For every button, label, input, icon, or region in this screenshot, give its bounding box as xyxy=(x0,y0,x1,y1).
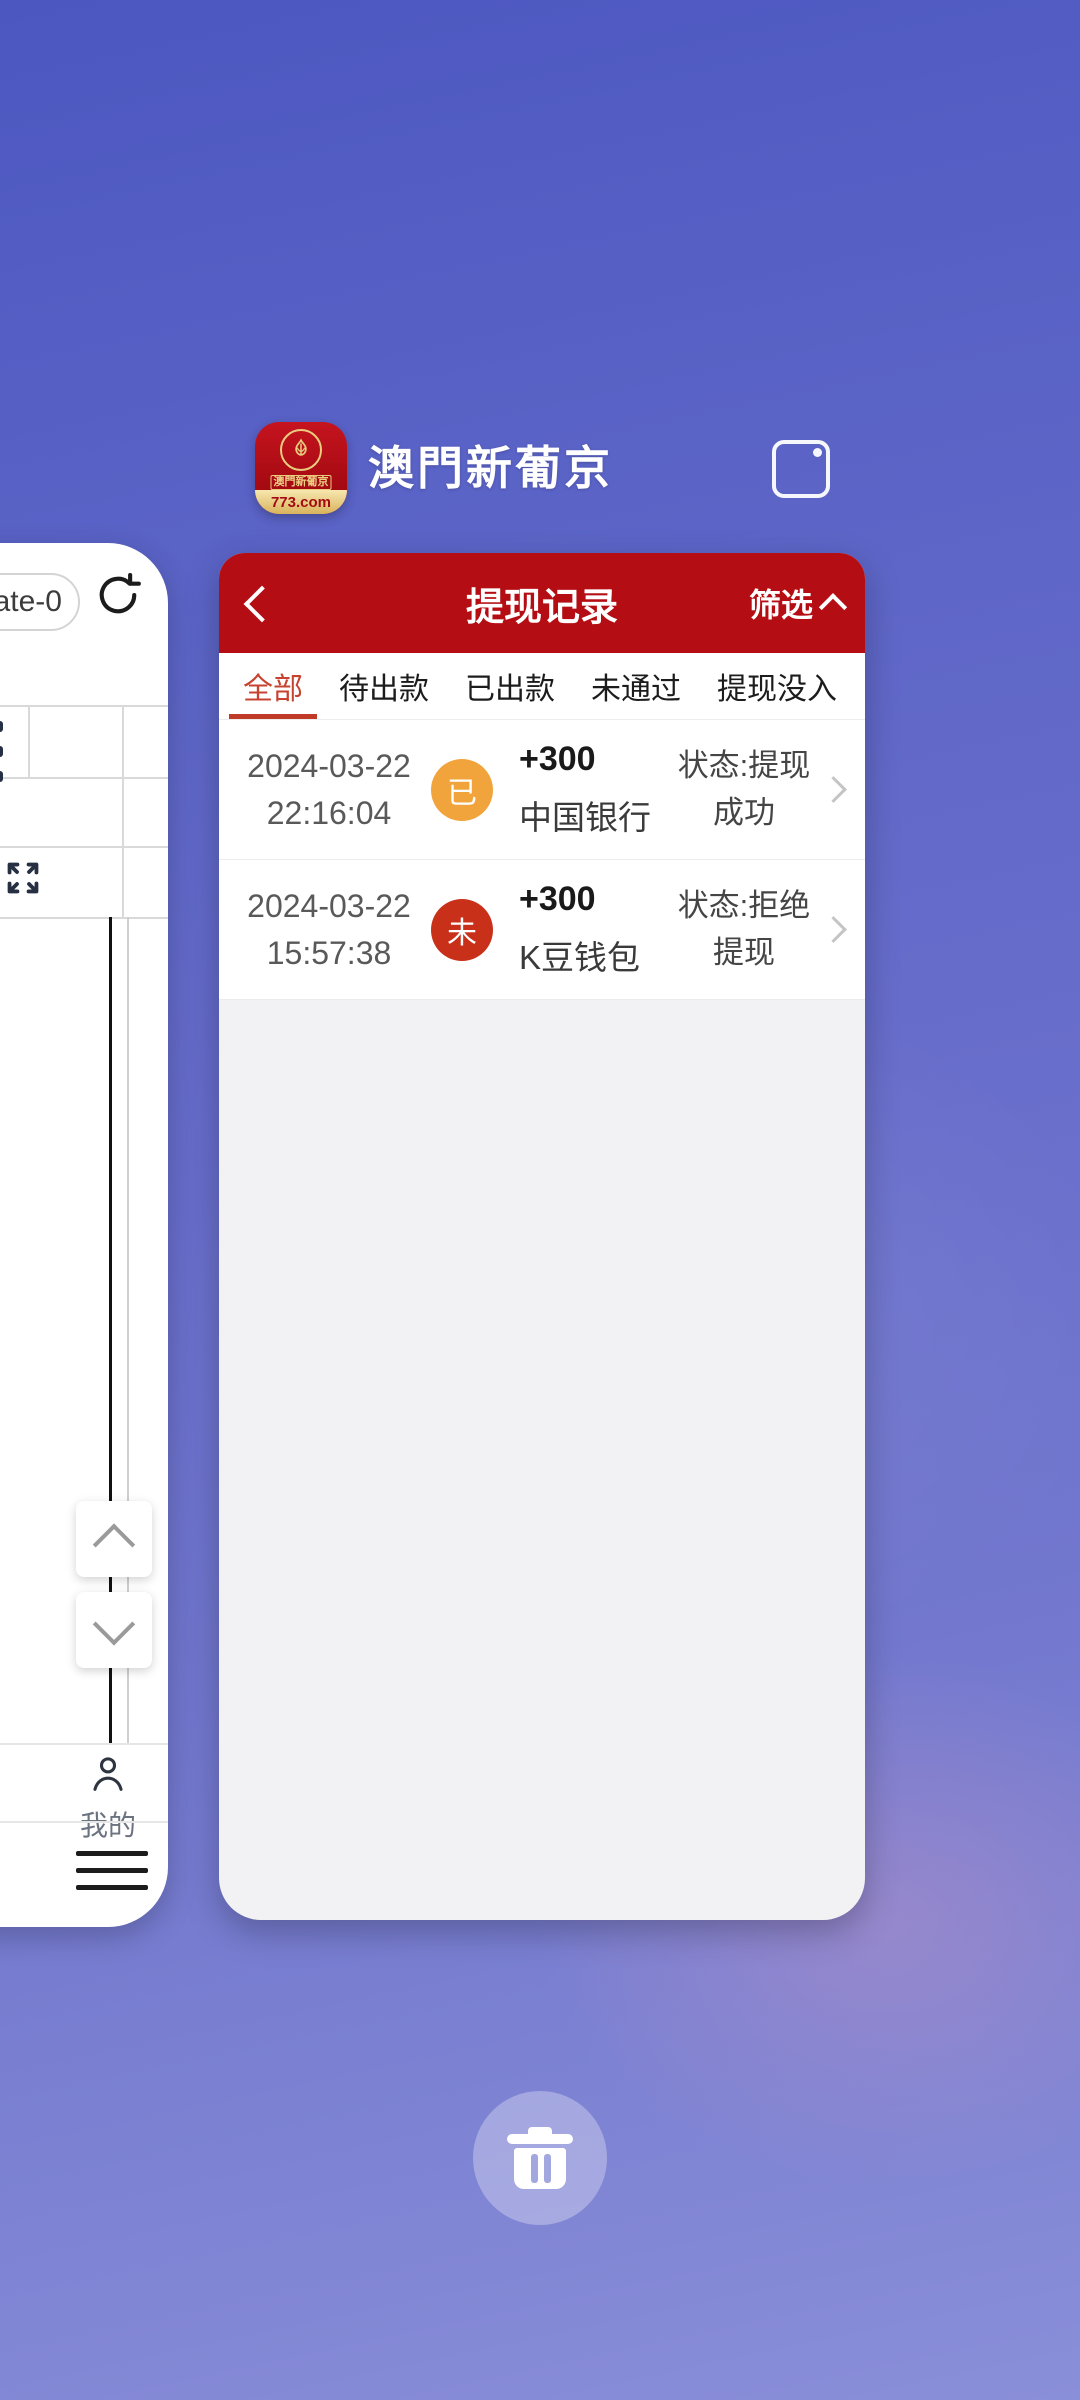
tab-my-profile[interactable]: 我的 xyxy=(68,1751,148,1844)
fullscreen-expand-icon[interactable] xyxy=(4,859,42,897)
record-datetime: 2024-03-22 22:16:04 xyxy=(241,743,417,836)
withdraw-header: 提现记录 筛选 xyxy=(219,553,865,653)
chevron-right-icon xyxy=(820,916,847,943)
chevron-right-icon xyxy=(820,776,847,803)
clear-all-apps-button[interactable] xyxy=(473,2091,607,2225)
table-border xyxy=(122,705,124,917)
app-switcher-header: 澳門新葡京 773.com 澳門新葡京 xyxy=(0,418,1080,528)
left-app-card[interactable]: eate-0 我的 xyxy=(0,543,168,1927)
status-badge: 未 xyxy=(431,899,493,961)
status-tabs: 全部 待出款 已出款 未通过 提现没入 xyxy=(219,653,865,720)
tab-paid-out[interactable]: 已出款 xyxy=(465,653,555,719)
withdraw-record-row[interactable]: 2024-03-22 15:57:38 未 +300 K豆钱包 状态:拒绝 提现 xyxy=(219,860,865,1000)
status-badge: 已 xyxy=(431,759,493,821)
table-border xyxy=(0,846,168,848)
table-border xyxy=(0,777,168,779)
record-amount: +300 xyxy=(519,740,651,779)
app-title[interactable]: 澳門新葡京 xyxy=(368,432,613,498)
filter-button[interactable]: 筛选 xyxy=(749,553,843,653)
record-channel: K豆钱包 xyxy=(519,931,640,979)
app-logo-emblem-icon xyxy=(280,429,322,471)
record-amount: +300 xyxy=(519,880,640,919)
tab-pending-payout[interactable]: 待出款 xyxy=(339,653,429,719)
withdraw-records-card[interactable]: 提现记录 筛选 全部 待出款 已出款 未通过 提现没入 2024-03-22 2… xyxy=(219,553,865,1920)
freeform-window-icon[interactable] xyxy=(772,440,830,498)
record-amount-channel: +300 K豆钱包 xyxy=(519,880,640,979)
chevron-up-icon xyxy=(93,1523,135,1565)
tab-all[interactable]: 全部 xyxy=(243,653,303,719)
app-icon-domain-text: 773.com xyxy=(255,490,347,514)
menu-hamburger-icon[interactable] xyxy=(76,1851,148,1902)
tab-my-profile-label: 我的 xyxy=(68,1804,148,1844)
table-border xyxy=(0,705,168,707)
divider xyxy=(0,1821,168,1823)
withdraw-record-row[interactable]: 2024-03-22 22:16:04 已 +300 中国银行 状态:提现 成功 xyxy=(219,720,865,860)
person-icon xyxy=(85,1751,131,1797)
record-amount-channel: +300 中国银行 xyxy=(519,740,651,839)
record-status: 状态:提现 成功 xyxy=(670,743,818,836)
table-border xyxy=(28,705,30,777)
record-status: 状态:拒绝 提现 xyxy=(670,883,818,976)
table-border xyxy=(0,917,168,919)
app-icon[interactable]: 澳門新葡京 773.com xyxy=(255,422,347,514)
scroll-down-button[interactable] xyxy=(76,1592,152,1668)
refresh-icon[interactable] xyxy=(92,569,144,621)
back-arrow-icon[interactable] xyxy=(244,586,281,623)
scroll-up-button[interactable] xyxy=(76,1501,152,1577)
list-bullets-icon xyxy=(0,721,3,796)
chevron-up-icon xyxy=(819,593,847,621)
filter-label: 筛选 xyxy=(749,580,813,626)
tab-rejected[interactable]: 未通过 xyxy=(591,653,681,719)
trash-icon xyxy=(507,2127,573,2189)
browser-tab-chip[interactable]: eate-0 xyxy=(0,573,80,631)
chevron-down-icon xyxy=(93,1603,135,1645)
tab-withdraw-forfeit[interactable]: 提现没入 xyxy=(717,653,837,719)
page-title: 提现记录 xyxy=(466,576,618,631)
browser-tab-chip-label: eate-0 xyxy=(0,585,62,619)
app-icon-name-text: 澳門新葡京 xyxy=(271,475,332,490)
record-datetime: 2024-03-22 15:57:38 xyxy=(241,883,417,976)
divider xyxy=(0,1743,168,1745)
record-channel: 中国银行 xyxy=(519,791,651,839)
